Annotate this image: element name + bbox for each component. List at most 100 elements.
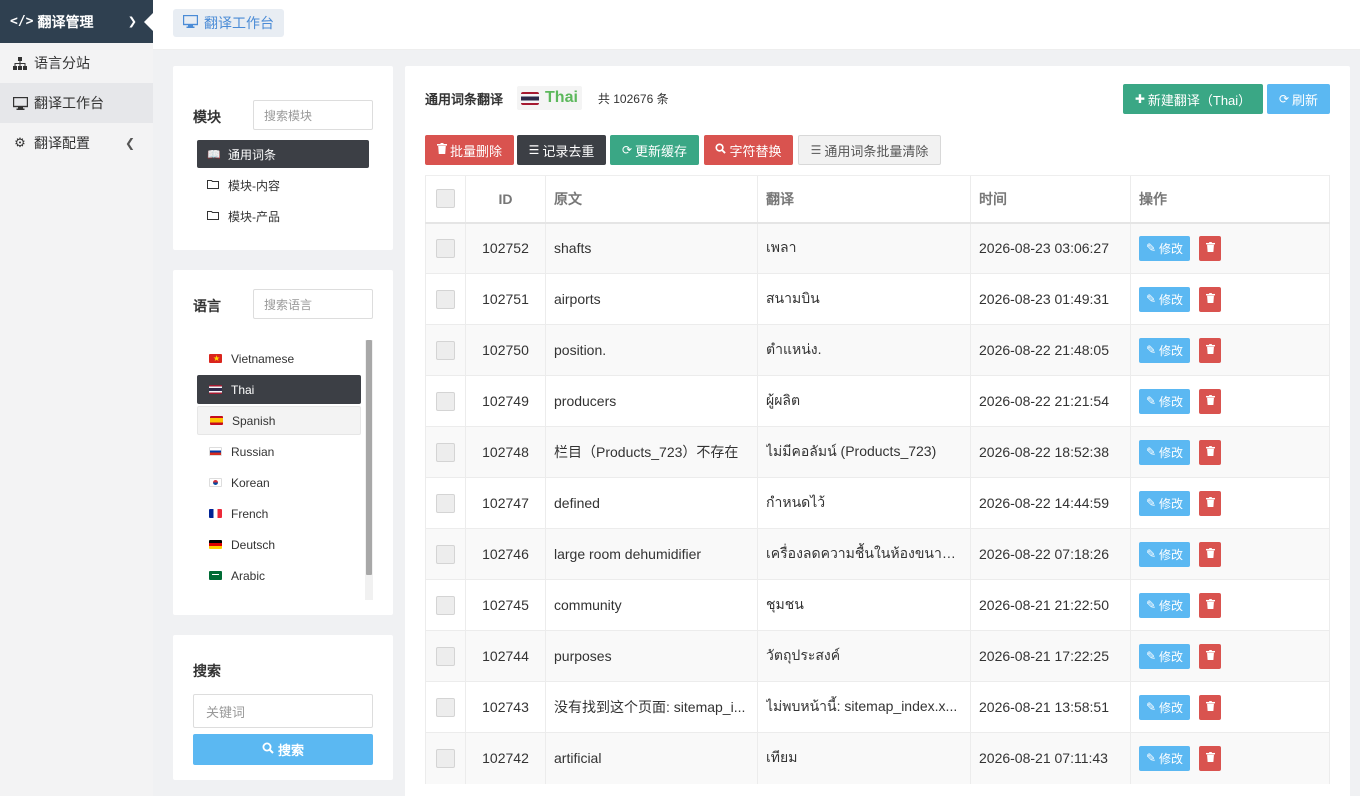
row-actions: ✎ 修改 xyxy=(1130,426,1330,478)
language-item-french[interactable]: French xyxy=(197,499,361,528)
trash-icon xyxy=(1205,700,1215,714)
scrollbar-thumb[interactable] xyxy=(366,340,372,575)
edit-button[interactable]: ✎ 修改 xyxy=(1139,235,1190,261)
refresh-button[interactable]: ⟳ 刷新 xyxy=(1267,84,1330,114)
nav-header-translation-mgmt[interactable]: </> 翻译管理 ❯ xyxy=(0,0,154,43)
row-checkbox[interactable] xyxy=(436,646,455,666)
language-item-korean[interactable]: Korean xyxy=(197,468,361,497)
delete-button[interactable] xyxy=(1199,286,1221,312)
tree-item-label: 模块-内容 xyxy=(228,178,280,193)
row-source: 栏目（Products_723）不存在 xyxy=(554,444,739,460)
edit-label: 修改 xyxy=(1159,547,1184,562)
row-checkbox[interactable] xyxy=(436,697,455,717)
tree-item-module-content[interactable]: 模块-内容 xyxy=(197,171,369,199)
search-button-label: 搜索 xyxy=(277,743,304,758)
module-tree: 📖 通用词条 模块-内容 模块-产品 xyxy=(197,140,369,233)
trash-icon xyxy=(1205,241,1215,255)
delete-button[interactable] xyxy=(1199,337,1221,363)
edit-icon: ✎ xyxy=(1145,445,1157,459)
edit-button[interactable]: ✎ 修改 xyxy=(1139,694,1190,720)
edit-button[interactable]: ✎ 修改 xyxy=(1139,745,1190,771)
language-item-russian[interactable]: Russian xyxy=(197,437,361,466)
row-checkbox-cell xyxy=(425,681,466,733)
sidebar-item-language-sites[interactable]: 语言分站 xyxy=(0,43,153,83)
language-item-arabic[interactable]: Arabic xyxy=(197,561,361,590)
edit-button[interactable]: ✎ 修改 xyxy=(1139,337,1190,363)
edit-button[interactable]: ✎ 修改 xyxy=(1139,388,1190,414)
row-checkbox[interactable] xyxy=(436,238,455,258)
row-actions: ✎ 修改 xyxy=(1130,222,1330,274)
row-checkbox[interactable] xyxy=(436,595,455,615)
edit-button[interactable]: ✎ 修改 xyxy=(1139,592,1190,618)
language-search-input[interactable]: 搜索语言 xyxy=(253,289,373,319)
column-header-time[interactable]: 时间 xyxy=(970,175,1131,224)
row-source-cell: shafts xyxy=(545,222,758,274)
edit-button[interactable]: ✎ 修改 xyxy=(1139,490,1190,516)
edit-icon: ✎ xyxy=(1145,292,1157,306)
row-translation-cell: วัตถุประสงค์ xyxy=(757,630,971,682)
column-header-translation[interactable]: 翻译 xyxy=(757,175,971,224)
row-checkbox[interactable] xyxy=(436,544,455,564)
delete-button[interactable] xyxy=(1199,490,1221,516)
delete-button[interactable] xyxy=(1199,235,1221,261)
sidebar-item-workbench[interactable]: 翻译工作台 xyxy=(0,83,153,123)
row-checkbox-cell xyxy=(425,375,466,427)
edit-button[interactable]: ✎ 修改 xyxy=(1139,286,1190,312)
language-item-thai[interactable]: Thai xyxy=(197,375,361,404)
update-cache-button[interactable]: ⟳ 更新缓存 xyxy=(610,135,699,165)
batch-delete-button[interactable]: 批量删除 xyxy=(425,135,514,165)
column-header-id[interactable]: ID xyxy=(465,175,546,224)
tab-workbench[interactable]: 翻译工作台 xyxy=(173,9,284,37)
row-checkbox[interactable] xyxy=(436,442,455,462)
tree-item-common-entries[interactable]: 📖 通用词条 xyxy=(197,140,369,168)
row-time: 2026-08-21 07:11:43 xyxy=(970,732,1131,784)
edit-button[interactable]: ✎ 修改 xyxy=(1139,439,1190,465)
trash-icon xyxy=(436,143,447,157)
delete-button[interactable] xyxy=(1199,541,1221,567)
keyword-input[interactable]: 关键词 xyxy=(193,694,373,728)
select-all-cell xyxy=(425,175,466,224)
batch-delete-label: 批量删除 xyxy=(449,143,502,159)
row-checkbox[interactable] xyxy=(436,289,455,309)
language-item-spanish[interactable]: Spanish xyxy=(197,406,361,435)
delete-button[interactable] xyxy=(1199,592,1221,618)
row-source-cell: large room dehumidifier xyxy=(545,528,758,580)
row-checkbox[interactable] xyxy=(436,493,455,513)
gear-icon: ⚙ xyxy=(14,135,26,150)
replace-button[interactable]: 字符替换 xyxy=(704,135,793,165)
language-label: Russian xyxy=(231,444,275,459)
delete-button[interactable] xyxy=(1199,643,1221,669)
table-row: 102745 community ชุมชน 2026-08-21 21:22:50 ✎… xyxy=(425,579,1330,631)
row-checkbox[interactable] xyxy=(436,340,455,360)
language-list-scrollbar[interactable] xyxy=(365,340,373,600)
edit-button[interactable]: ✎ 修改 xyxy=(1139,541,1190,567)
delete-button[interactable] xyxy=(1199,439,1221,465)
language-label: Korean xyxy=(231,475,270,490)
nav-header-title: 翻译管理 xyxy=(37,13,94,30)
column-header-source[interactable]: 原文 xyxy=(545,175,758,224)
delete-button[interactable] xyxy=(1199,694,1221,720)
row-translation-cell: เครื่องลดความชื้นในห้องขนาดใ... xyxy=(757,528,971,580)
language-item-deutsch[interactable]: Deutsch xyxy=(197,530,361,559)
search-button[interactable]: 搜索 xyxy=(193,734,373,765)
edit-button[interactable]: ✎ 修改 xyxy=(1139,643,1190,669)
edit-label: 修改 xyxy=(1159,649,1184,664)
dedup-button[interactable]: ☰ 记录去重 xyxy=(517,135,606,165)
flag-vietnam-icon: ★ xyxy=(209,354,222,363)
row-checkbox[interactable] xyxy=(436,748,455,768)
module-search-input[interactable]: 搜索模块 xyxy=(253,100,373,130)
table-row: 102752 shafts เพลา 2026-08-23 03:06:27 ✎ 修改 xyxy=(425,222,1330,274)
delete-button[interactable] xyxy=(1199,388,1221,414)
new-translation-button[interactable]: ✚ 新建翻译（Thai） xyxy=(1123,84,1263,114)
language-label: French xyxy=(231,506,269,521)
batch-clear-button[interactable]: ☰ 通用词条批量清除 xyxy=(798,135,941,165)
language-panel-title: 语言 xyxy=(193,298,221,314)
delete-button[interactable] xyxy=(1199,745,1221,771)
sidebar-item-translation-config[interactable]: ⚙ 翻译配置 ❮ xyxy=(0,123,153,163)
language-item-vietnamese[interactable]: ★ Vietnamese xyxy=(197,344,361,373)
row-checkbox[interactable] xyxy=(436,391,455,411)
sidebar-item-label: 翻译配置 xyxy=(34,135,90,151)
tree-item-module-product[interactable]: 模块-产品 xyxy=(197,202,369,230)
select-all-checkbox[interactable] xyxy=(436,189,455,209)
module-panel: 模块 搜索模块 📖 通用词条 模块-内容 模块-产品 xyxy=(173,66,393,250)
